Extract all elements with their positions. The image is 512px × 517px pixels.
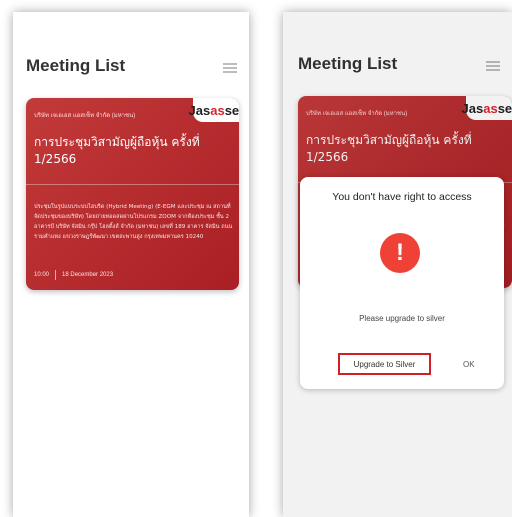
meeting-time: 10:00 — [34, 272, 50, 278]
phone-screen-access-dialog: Meeting List บริษัท เจเอเอส แอสเซ็ท จำกั… — [283, 12, 512, 517]
separator — [55, 270, 57, 280]
meeting-title: การประชุมวิสามัญผู้ถือหุ้น ครั้งที่ 1/25… — [34, 135, 200, 166]
upgrade-to-silver-button[interactable]: Upgrade to Silver — [338, 353, 431, 375]
hamburger-menu-icon[interactable] — [223, 63, 237, 73]
meeting-date: 18 December 2023 — [62, 272, 114, 278]
phone-screen-meeting-list: Meeting List บริษัท เจเอเอส แอสเซ็ท จำกั… — [13, 12, 249, 517]
dialog-title: You don't have right to access — [332, 191, 472, 203]
status-bar — [13, 12, 249, 34]
access-denied-dialog: You don't have right to access ! Please … — [300, 177, 504, 389]
meeting-description: ประชุมในรูปแบบระบบไฮบริด (Hybrid Meeting… — [34, 204, 233, 240]
dialog-message: Please upgrade to silver — [359, 314, 445, 323]
ok-button[interactable]: OK — [463, 353, 475, 375]
divider — [26, 184, 239, 185]
app-header: Meeting List — [26, 56, 239, 80]
exclamation-alert-icon: ! — [380, 233, 420, 273]
meeting-datetime: 10:00 18 December 2023 — [34, 270, 113, 280]
meeting-card[interactable]: บริษัท เจเอเอส แอสเซ็ท จำกัด (มหาชน) Jas… — [26, 98, 239, 290]
company-name: บริษัท เจเอเอส แอสเซ็ท จำกัด (มหาชน) — [34, 113, 136, 119]
page-title: Meeting List — [26, 56, 126, 75]
jas-asset-logo: Jasasset — [189, 98, 239, 122]
